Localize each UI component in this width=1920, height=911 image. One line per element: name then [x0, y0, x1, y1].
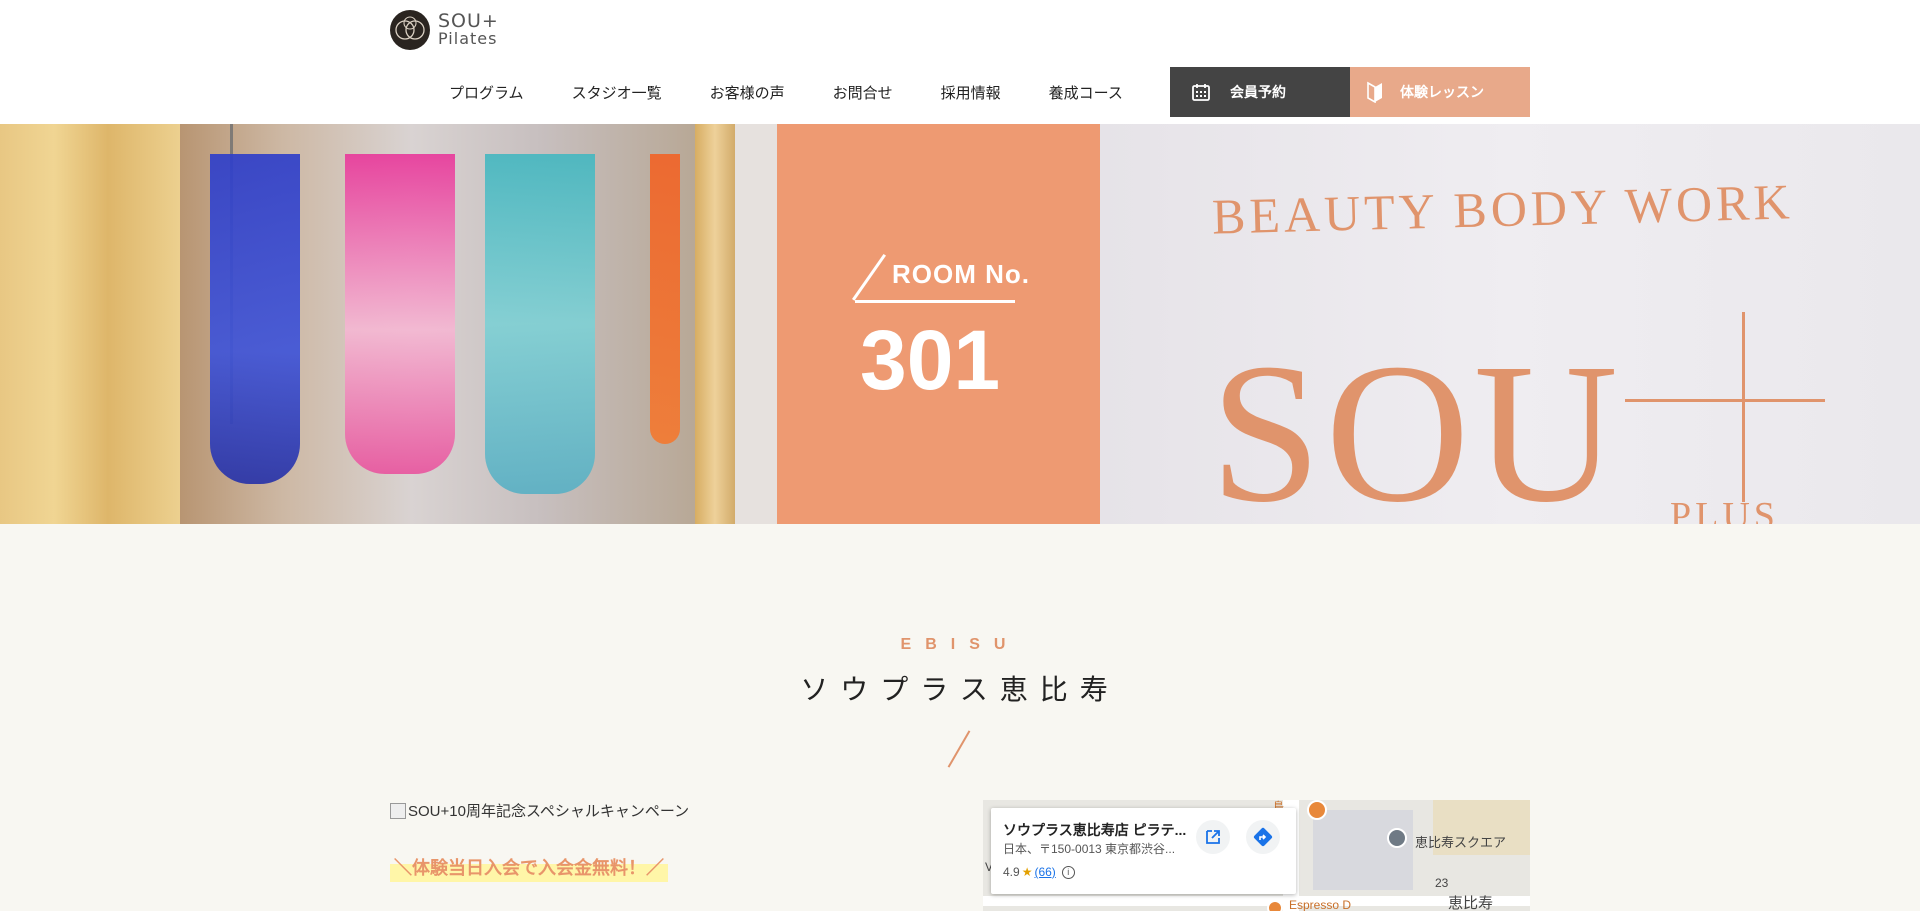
logo-mark-icon	[390, 10, 430, 50]
sign-plus-text: PLUS	[1670, 495, 1779, 524]
room-number: 301	[860, 313, 1001, 407]
hero-wall-left	[0, 124, 180, 524]
directions-button[interactable]	[1246, 820, 1280, 854]
directions-icon	[1253, 827, 1273, 847]
section-subtitle-en: EBISU	[900, 636, 1020, 653]
room-label: ROOM No.	[892, 259, 1030, 289]
hero-wall-gap	[735, 124, 777, 524]
sign-plus-vertical	[1742, 312, 1745, 502]
hero-image: ROOM No. 301 BEAUTY BODY WORK SOU PLUS	[0, 124, 1920, 524]
map-label-square: 恵比寿スクエア	[1415, 835, 1507, 850]
member-reservation-label: 会員予約	[1230, 84, 1286, 100]
logo-line1: SOU+	[438, 10, 499, 32]
place-rating: 4.9 ★ (66) i	[1003, 865, 1075, 879]
info-icon[interactable]: i	[1061, 865, 1075, 879]
map-pin-icon[interactable]	[1387, 828, 1407, 848]
hammock-blue	[210, 154, 300, 484]
nav-item-studios[interactable]: スタジオ一覧	[572, 82, 662, 103]
nav-item-recruit[interactable]: 採用情報	[941, 82, 1001, 103]
sign-sou: SOU	[1210, 323, 1623, 525]
cafe-pin-icon[interactable]	[1267, 900, 1283, 911]
nav-item-training[interactable]: 養成コース	[1049, 82, 1123, 103]
google-map-embed[interactable]: 恵比寿スクエア 23 恵比寿 島 Espresso D V ソウプラス恵比寿店 …	[983, 800, 1530, 911]
map-label-number: 23	[1435, 876, 1449, 890]
brand-logo[interactable]: SOU+ Pilates	[390, 10, 510, 50]
place-title[interactable]: ソウプラス恵比寿店 ピラテ...	[1003, 820, 1186, 840]
trial-lesson-label: 体験レッスン	[1400, 84, 1484, 100]
calendar-icon	[1190, 81, 1212, 103]
decorative-slash	[947, 730, 971, 768]
broken-image-icon	[390, 802, 406, 819]
room-underline	[855, 300, 1015, 303]
place-address: 日本、〒150-0013 東京都渋谷...	[1003, 842, 1176, 856]
main-nav: プログラム スタジオ一覧 お客様の声 お問合せ 採用情報 養成コース	[449, 67, 1171, 117]
campaign-image[interactable]: SOU+10周年記念スペシャルキャンペーン	[390, 800, 689, 821]
logo-text: SOU+ Pilates	[438, 12, 499, 48]
map-label-espresso: Espresso D	[1289, 898, 1352, 911]
nav-item-program[interactable]: プログラム	[449, 82, 524, 103]
hammock-orange	[650, 154, 680, 444]
site-header: SOU+ Pilates プログラム スタジオ一覧 お客様の声 お問合せ 採用情…	[0, 0, 1920, 124]
star-icon: ★	[1021, 865, 1033, 879]
hammock-pink	[345, 154, 455, 474]
open-external-icon	[1206, 830, 1220, 844]
open-in-maps-button[interactable]	[1196, 820, 1230, 854]
hero-studio-window	[180, 124, 695, 524]
review-count-link[interactable]: (66)	[1034, 865, 1055, 879]
sign-plus-horizontal	[1625, 399, 1825, 402]
campaign-image-alt: SOU+10周年記念スペシャルキャンペーン	[408, 803, 690, 820]
map-block	[1313, 810, 1413, 890]
trial-lesson-button[interactable]: 体験レッスン	[1350, 67, 1530, 117]
restaurant-pin-icon[interactable]	[1307, 800, 1327, 820]
logo-line2: Pilates	[438, 29, 498, 48]
member-reservation-button[interactable]: 会員予約	[1170, 67, 1350, 117]
campaign-headline: ＼体験当日入会で入会金無料！／	[390, 852, 668, 882]
rating-value: 4.9	[1003, 865, 1020, 879]
nav-item-contact[interactable]: お問合せ	[833, 82, 893, 103]
beginner-mark-icon	[1364, 81, 1386, 103]
hero-door-frame	[695, 124, 735, 524]
hammock-teal	[485, 154, 595, 494]
section-title: ソウプラス恵比寿	[800, 673, 1120, 706]
map-place-card: ソウプラス恵比寿店 ピラテ... 日本、〒150-0013 東京都渋谷... 4…	[991, 808, 1296, 894]
map-label-ebisu: 恵比寿	[1448, 895, 1494, 911]
nav-item-voices[interactable]: お客様の声	[710, 82, 785, 103]
